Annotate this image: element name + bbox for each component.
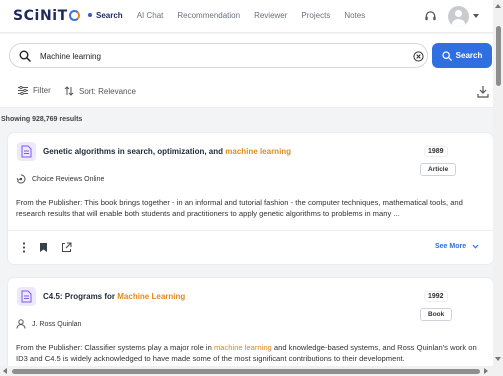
search-icon [442, 50, 452, 61]
user-icon [16, 319, 26, 329]
search-button-label: Search [455, 51, 483, 60]
avatar[interactable] [448, 6, 469, 27]
sort-label: Sort: Relevance [79, 86, 136, 96]
author[interactable]: J. Ross Quinlan [16, 319, 81, 329]
scroll-left-arrow[interactable] [3, 368, 7, 374]
type-badge: Book [420, 308, 453, 321]
logo-text: SCiNiT [13, 8, 68, 24]
headset-icon[interactable] [424, 10, 437, 23]
results-count: Showing 928,769 results [1, 116, 83, 123]
title-highlight: machine learning [225, 147, 292, 156]
divider [8, 230, 493, 231]
search-box [9, 43, 428, 68]
source-icon [16, 174, 26, 184]
source[interactable]: Choice Reviews Online [16, 174, 104, 184]
result-title[interactable]: C4.5: Programs for Machine Learning [43, 292, 185, 301]
search-icon [19, 50, 31, 62]
horizontal-scroll-thumb[interactable] [12, 369, 480, 374]
year-badge: 1989 [424, 146, 448, 157]
toolbar: Filter Sort: Relevance [0, 78, 493, 108]
nav-projects[interactable]: Projects [301, 11, 330, 20]
title-text: Genetic algorithms in search, optimizati… [43, 147, 226, 156]
top-nav: SCiNiT Search AI Chat Recommendation Rev… [0, 0, 493, 33]
source-name: Choice Reviews Online [32, 175, 105, 183]
vertical-scroll-thumb[interactable] [496, 26, 501, 86]
document-icon [17, 287, 36, 306]
result-actions [22, 242, 72, 253]
main-nav: Search AI Chat Recommendation Reviewer P… [88, 11, 379, 20]
title-highlight: Machine Learning [117, 292, 186, 301]
abstract-highlight: machine learning [213, 343, 272, 352]
nav-notes[interactable]: Notes [344, 11, 365, 20]
chevron-down-icon [472, 244, 479, 249]
year-badge: 1992 [424, 291, 448, 302]
document-icon [17, 142, 36, 161]
search-bar-row: Search [0, 34, 493, 78]
abstract-text: From the Publisher: Classifier systems p… [16, 343, 214, 352]
sort-icon [64, 86, 74, 96]
scroll-down-arrow[interactable] [495, 357, 501, 361]
filter-icon [18, 86, 28, 95]
see-more-button[interactable]: See More [435, 243, 479, 250]
result-abstract: From the Publisher: This book brings tog… [16, 198, 463, 218]
clear-icon[interactable] [413, 51, 424, 62]
more-vertical-icon[interactable] [22, 242, 26, 253]
type-badge: Article [420, 163, 457, 176]
scroll-right-arrow[interactable] [484, 368, 488, 374]
title-text: C4.5: Programs for [43, 292, 118, 301]
nav-search[interactable]: Search [88, 11, 123, 20]
sort-button[interactable]: Sort: Relevance [64, 86, 136, 96]
download-icon[interactable] [477, 85, 489, 98]
result-card: Genetic algorithms in search, optimizati… [8, 133, 493, 264]
search-button[interactable]: Search [432, 43, 492, 68]
chevron-down-icon[interactable] [473, 14, 479, 18]
nav-recommendation[interactable]: Recommendation [177, 11, 240, 20]
author-name: J. Ross Quinlan [32, 320, 82, 328]
search-input[interactable] [40, 48, 400, 64]
scroll-up-arrow[interactable] [495, 4, 501, 8]
see-more-label: See More [435, 243, 467, 250]
filter-label: Filter [33, 86, 51, 95]
nav-ai-chat[interactable]: AI Chat [137, 11, 164, 20]
result-title[interactable]: Genetic algorithms in search, optimizati… [43, 147, 291, 156]
open-external-icon[interactable] [61, 242, 72, 253]
filter-button[interactable]: Filter [18, 86, 51, 95]
scinito-logo[interactable]: SCiNiT [13, 8, 80, 24]
bookmark-icon[interactable] [39, 242, 48, 253]
logo-o-mark [68, 10, 80, 21]
nav-reviewer[interactable]: Reviewer [254, 11, 287, 20]
result-abstract: From the Publisher: Classifier systems p… [16, 342, 486, 364]
result-card: C4.5: Programs for Machine Learning 1992… [8, 278, 493, 376]
